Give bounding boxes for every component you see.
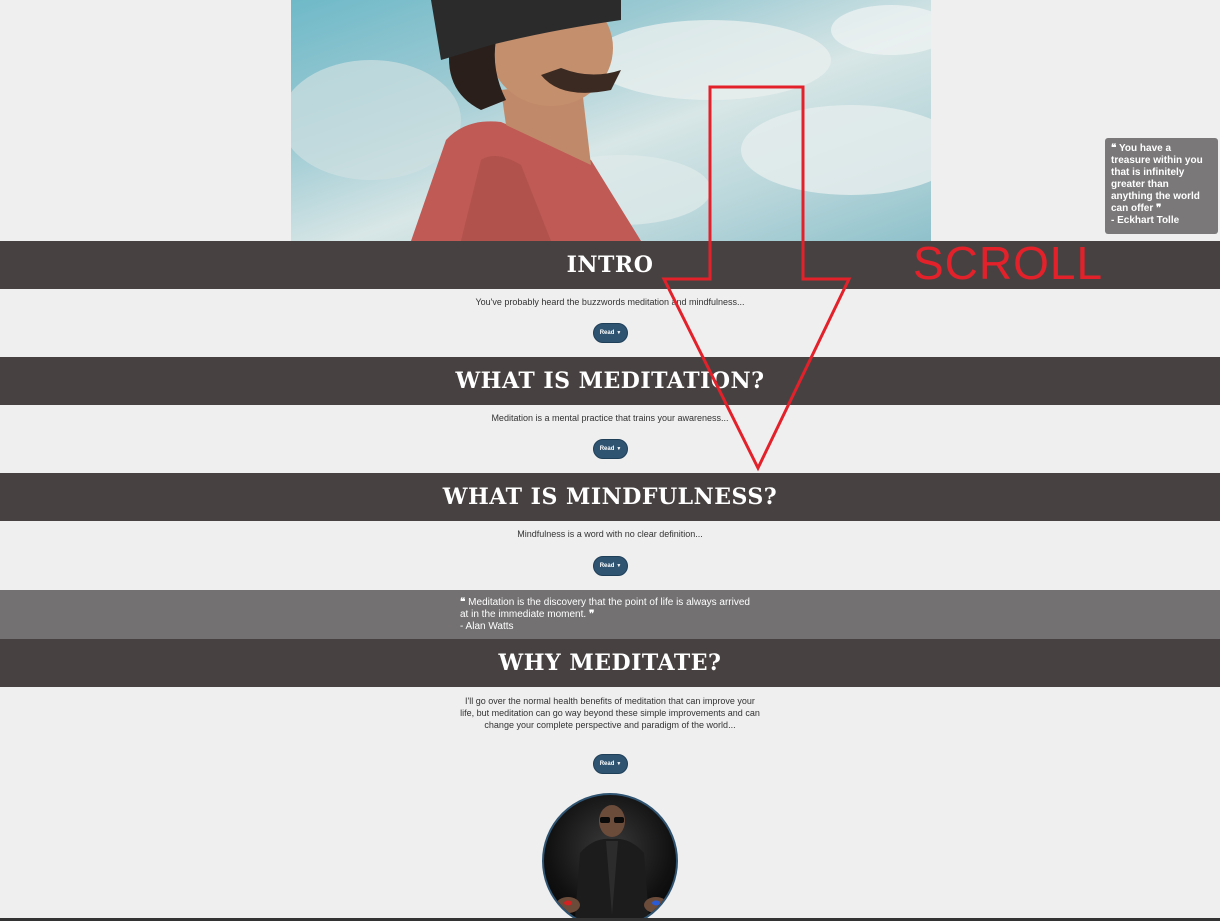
side-quote-author: - Eckhart Tolle (1111, 215, 1180, 226)
section-header-why-meditate: WHY MEDITATE? (0, 639, 1220, 687)
read-label: Read (599, 330, 615, 336)
read-button-meditation[interactable]: Read ▼ (593, 439, 628, 459)
section-header-meditation: WHAT IS MEDITATION? (0, 357, 1220, 405)
section-text: Meditation is a mental practice that tra… (491, 413, 729, 423)
avatar-illustration (556, 805, 668, 921)
caret-down-icon: ▼ (616, 446, 622, 452)
section-text: Mindfulness is a word with no clear defi… (517, 529, 703, 539)
scroll-label: SCROLL (913, 237, 1104, 289)
read-label: Read (599, 563, 615, 569)
section-title: WHAT IS MEDITATION? (455, 368, 765, 394)
section-header-mindfulness: WHAT IS MINDFULNESS? (0, 473, 1220, 521)
section-title: INTRO (566, 252, 654, 278)
hero-image (291, 0, 931, 241)
close-quote-icon: ❞ (1156, 203, 1162, 214)
read-button-why-meditate[interactable]: Read ▼ (593, 754, 628, 774)
quote-text-block: ❝ Meditation is the discovery that the p… (460, 597, 760, 633)
read-button-intro[interactable]: Read ▼ (593, 323, 628, 343)
section-text: I'll go over the normal health benefits … (460, 696, 760, 730)
side-quote-box: ❝ You have a treasure within you that is… (1105, 138, 1218, 234)
quote-text: Meditation is the discovery that the poi… (460, 597, 750, 620)
section-title: WHAT IS MINDFULNESS? (442, 484, 778, 510)
caret-down-icon: ▼ (616, 330, 622, 336)
quote-banner: ❝ Meditation is the discovery that the p… (0, 590, 1220, 639)
read-label: Read (599, 446, 615, 452)
caret-down-icon: ▼ (616, 563, 622, 569)
quote-author: - Alan Watts (460, 621, 514, 632)
open-quote-icon: ❝ (460, 597, 466, 608)
open-quote-icon: ❝ (1111, 143, 1117, 154)
caret-down-icon: ▼ (616, 761, 622, 767)
section-title: WHY MEDITATE? (498, 650, 722, 676)
section-text: You've probably heard the buzzwords medi… (475, 297, 745, 307)
morpheus-avatar (542, 793, 678, 921)
close-quote-icon: ❞ (588, 609, 595, 620)
read-label: Read (599, 761, 615, 767)
hero-illustration (291, 0, 931, 241)
read-button-mindfulness[interactable]: Read ▼ (593, 556, 628, 576)
